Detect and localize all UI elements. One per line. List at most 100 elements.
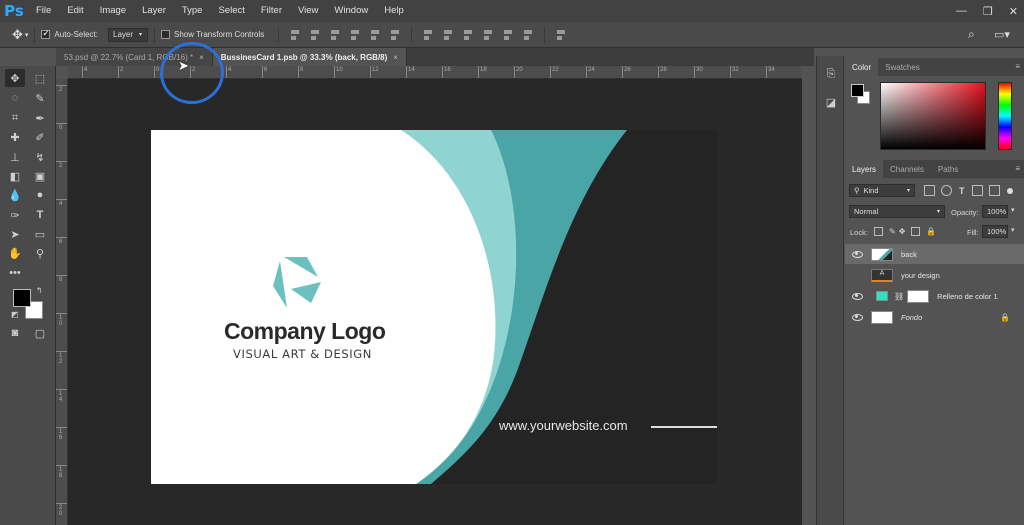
hand-tool-icon[interactable]: ✋ xyxy=(5,244,25,262)
gradient-tool-icon[interactable]: ▣ xyxy=(30,167,50,185)
workspace-icon[interactable]: ▭▾ xyxy=(994,28,1010,41)
chevron-down-icon[interactable]: ▾ xyxy=(1011,206,1015,214)
link-chain-icon[interactable]: ⛓ xyxy=(894,292,904,301)
menu-image[interactable]: Image xyxy=(92,0,134,22)
blend-mode-dropdown[interactable]: Normal ▾ xyxy=(849,205,945,218)
blur-tool-icon[interactable]: 💧 xyxy=(5,186,25,204)
menu-type[interactable]: Type xyxy=(174,0,211,22)
opacity-input[interactable]: 100% xyxy=(982,205,1008,218)
lock-artboard-icon[interactable] xyxy=(911,227,921,236)
eyedropper-tool-icon[interactable]: ✒ xyxy=(30,109,50,127)
align-top-icon[interactable] xyxy=(288,29,302,41)
lock-image-icon[interactable]: ✎ xyxy=(889,227,896,236)
close-icon[interactable]: × xyxy=(393,53,398,62)
tab-businesscard-psb[interactable]: BussinesCard 1.psb @ 33.3% (back, RGB/8)… xyxy=(212,48,407,66)
fill-input[interactable]: 100% xyxy=(982,225,1008,238)
restore-button[interactable]: ❐ xyxy=(983,5,993,18)
dodge-tool-icon[interactable]: ● xyxy=(30,186,50,204)
panel-menu-icon[interactable]: ≡ xyxy=(1015,164,1020,173)
distribute-top-icon[interactable] xyxy=(421,29,435,41)
properties-panel-icon[interactable]: ◪ xyxy=(823,96,839,110)
auto-align-icon[interactable] xyxy=(554,29,568,41)
show-transform-checkbox[interactable] xyxy=(161,30,170,39)
menu-select[interactable]: Select xyxy=(210,0,252,22)
filter-pixel-icon[interactable] xyxy=(924,185,935,196)
tab-layers[interactable]: Layers xyxy=(845,160,884,178)
business-card-artboard[interactable]: Company Logo VISUAL ART & DESIGN www.you… xyxy=(151,130,717,484)
distribute-bottom-icon[interactable] xyxy=(461,29,475,41)
rectangle-tool-icon[interactable]: ▭ xyxy=(30,225,50,243)
layer-row-relleno[interactable]: ⛓ Relleno de color 1 xyxy=(845,286,1024,306)
layer-row-back[interactable]: back xyxy=(845,244,1024,264)
screen-mode-icon[interactable]: ▢ xyxy=(30,324,50,342)
distribute-hcenter-icon[interactable] xyxy=(501,29,515,41)
hue-slider[interactable] xyxy=(998,82,1012,150)
filter-toggle-icon[interactable] xyxy=(1006,187,1013,194)
lock-position-icon[interactable]: ✥ xyxy=(899,227,906,236)
zoom-tool-icon[interactable]: ⚲ xyxy=(30,244,50,262)
swap-colors-icon[interactable]: ↰ xyxy=(36,286,43,295)
visibility-eye-icon[interactable] xyxy=(851,292,863,300)
visibility-eye-icon[interactable] xyxy=(851,250,863,258)
clone-stamp-tool-icon[interactable]: ⊥ xyxy=(5,148,25,166)
menu-file[interactable]: File xyxy=(28,0,59,22)
distribute-right-icon[interactable] xyxy=(521,29,535,41)
menu-layer[interactable]: Layer xyxy=(134,0,174,22)
filter-shape-icon[interactable] xyxy=(971,185,983,196)
lasso-tool-icon[interactable]: ◌ xyxy=(5,89,25,107)
marquee-tool-icon[interactable]: ⬚ xyxy=(30,69,50,87)
layer-filter-kind[interactable]: ⚲ Kind ▾ xyxy=(849,184,915,197)
eraser-tool-icon[interactable]: ◧ xyxy=(5,167,25,185)
filter-type-icon[interactable]: T xyxy=(959,186,965,196)
distribute-vcenter-icon[interactable] xyxy=(441,29,455,41)
menu-filter[interactable]: Filter xyxy=(253,0,290,22)
crop-tool-icon[interactable]: ⌗ xyxy=(5,109,25,127)
filter-adjustment-icon[interactable] xyxy=(941,185,952,196)
minimize-button[interactable]: — xyxy=(956,5,967,17)
foreground-color-swatch[interactable] xyxy=(13,289,31,307)
lock-transparent-icon[interactable] xyxy=(874,227,883,236)
panel-menu-icon[interactable]: ≡ xyxy=(1015,62,1020,71)
default-colors-icon[interactable]: ◩ xyxy=(11,310,19,319)
quick-mask-icon[interactable]: ◙ xyxy=(5,324,25,342)
auto-select-dropdown[interactable]: Layer ▾ xyxy=(108,27,148,42)
menu-edit[interactable]: Edit xyxy=(59,0,91,22)
lock-all-icon[interactable]: 🔒 xyxy=(926,227,936,236)
tab-color[interactable]: Color xyxy=(845,58,879,76)
history-brush-tool-icon[interactable]: ↯ xyxy=(30,148,50,166)
filter-smart-object-icon[interactable] xyxy=(988,185,1000,196)
layer-row-your-design[interactable]: A your design xyxy=(845,265,1024,285)
color-panel-foreground-swatch[interactable] xyxy=(851,84,864,97)
layer-row-fondo[interactable]: Fondo 🔒 xyxy=(845,307,1024,327)
brush-tool-icon[interactable]: ✐ xyxy=(30,128,50,146)
search-icon[interactable]: ⌕ xyxy=(968,27,975,42)
menu-help[interactable]: Help xyxy=(376,0,412,22)
pen-tool-icon[interactable]: ✑ xyxy=(5,206,25,224)
tab-channels[interactable]: Channels xyxy=(883,160,931,178)
close-button[interactable]: ✕ xyxy=(1009,5,1018,18)
chevron-down-icon[interactable]: ▾ xyxy=(25,31,29,39)
auto-select-checkbox[interactable] xyxy=(41,28,51,39)
align-bottom-icon[interactable] xyxy=(328,29,342,41)
move-tool-icon[interactable]: ✥ xyxy=(5,69,25,87)
canvas-workspace[interactable]: Company Logo VISUAL ART & DESIGN www.you… xyxy=(68,79,802,525)
menu-view[interactable]: View xyxy=(290,0,326,22)
visibility-eye-icon[interactable] xyxy=(851,313,863,321)
path-select-tool-icon[interactable]: ➤ xyxy=(5,225,25,243)
move-tool-preset-icon[interactable]: ✥ xyxy=(12,27,23,43)
align-left-icon[interactable] xyxy=(348,29,362,41)
color-picker-field[interactable] xyxy=(880,82,986,150)
align-hcenter-icon[interactable] xyxy=(368,29,382,41)
chevron-down-icon[interactable]: ▾ xyxy=(1011,226,1015,234)
quick-select-tool-icon[interactable]: ✎ xyxy=(30,89,50,107)
history-panel-icon[interactable]: ⎘ xyxy=(823,68,839,82)
tab-paths[interactable]: Paths xyxy=(931,160,965,178)
align-right-icon[interactable] xyxy=(388,29,402,41)
type-tool-icon[interactable]: T xyxy=(30,206,50,224)
healing-brush-tool-icon[interactable]: ✚ xyxy=(5,128,25,146)
more-tools-icon[interactable]: ••• xyxy=(5,264,25,282)
distribute-left-icon[interactable] xyxy=(481,29,495,41)
tab-swatches[interactable]: Swatches xyxy=(878,58,927,76)
menu-window[interactable]: Window xyxy=(326,0,376,22)
align-vcenter-icon[interactable] xyxy=(308,29,322,41)
